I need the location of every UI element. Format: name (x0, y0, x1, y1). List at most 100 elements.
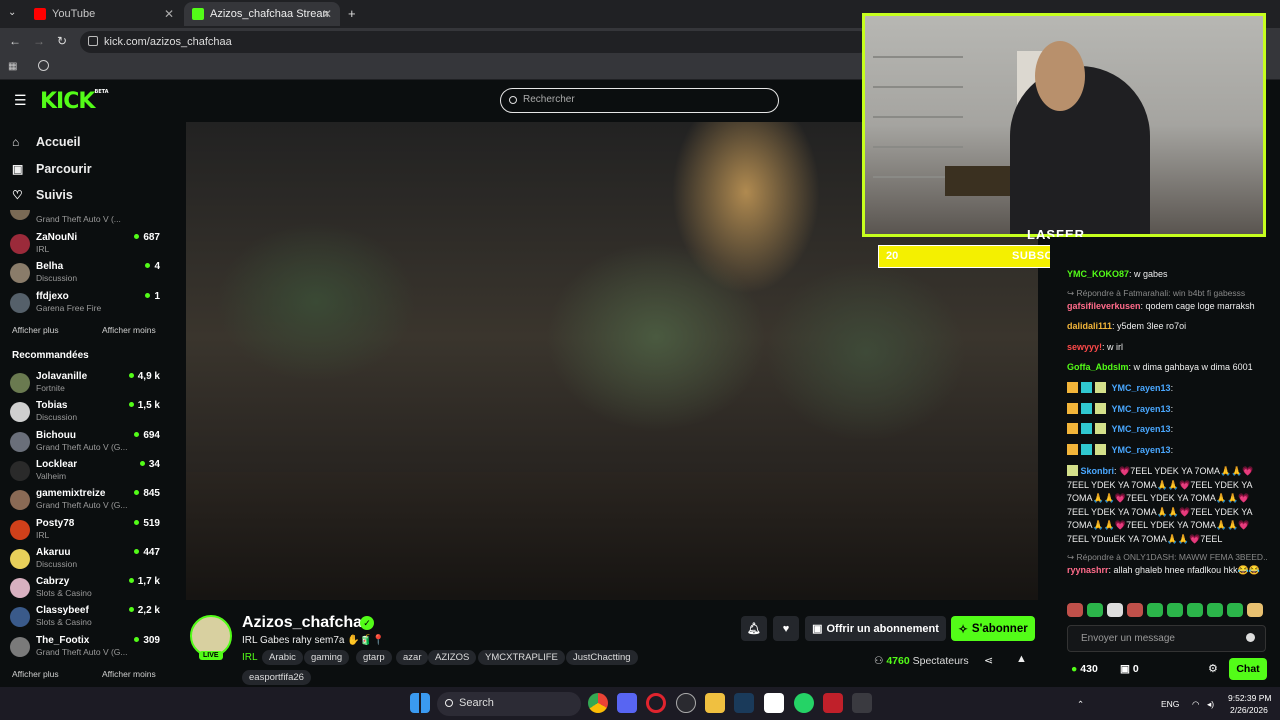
chat-message-input[interactable]: Envoyer un message (1067, 625, 1266, 652)
windows-start-icon[interactable] (410, 693, 430, 713)
apps-icon[interactable]: ▦ (8, 61, 17, 72)
channel-partial[interactable]: Grand Theft Auto V (... (10, 210, 160, 224)
chat-message[interactable]: sewyyy!: w irl (1067, 341, 1262, 355)
subscribe-button[interactable]: ✧ S'abonner (951, 616, 1035, 641)
chat-username[interactable]: sewyyy! (1067, 342, 1102, 352)
clock-time[interactable]: 9:52:39 PM (1228, 693, 1271, 703)
capcut-icon[interactable] (764, 693, 784, 713)
channel-item[interactable]: The_Footix Grand Theft Auto V (G... 309 (10, 635, 160, 663)
chat-username[interactable]: ryynashrr (1067, 565, 1109, 575)
follow-heart-button[interactable]: ♥ (773, 616, 799, 641)
chat-username[interactable]: YMC_rayen13 (1112, 424, 1171, 434)
chat-message[interactable]: YMC_rayen13: (1067, 423, 1262, 437)
gift-sub-button[interactable]: ▣ Offrir un abonnement (805, 616, 946, 641)
emote-icon[interactable] (1147, 603, 1163, 617)
channel-item[interactable]: gamemixtreize Grand Theft Auto V (G... 845 (10, 488, 160, 516)
stream-tag[interactable]: JustChactting (566, 650, 638, 665)
volume-icon[interactable]: ◂) (1207, 699, 1214, 710)
emote-icon[interactable] (1207, 603, 1223, 617)
tab-list-icon[interactable]: ⌄ (8, 7, 16, 18)
search-input[interactable]: Rechercher (500, 88, 779, 113)
url-field[interactable]: kick.com/azizos_chafchaa (80, 31, 870, 53)
reload-icon[interactable]: ↻ (57, 34, 67, 48)
emote-icon[interactable] (1107, 603, 1123, 617)
chat-message[interactable]: Skonbri: 💗7EEL YDEK YA 7OMA🙏🙏💗7EEL YDEK … (1067, 465, 1262, 546)
discord-icon[interactable] (617, 693, 637, 713)
stream-tag[interactable]: Arabic (262, 650, 303, 665)
streamer-name[interactable]: Azizos_chafchaa (242, 614, 371, 632)
chat-message[interactable]: Goffa_Abdslm: w dima gahbaya w dima 6001 (1067, 361, 1262, 375)
chat-message[interactable]: gafsifileverkusen: qodem cage loge marra… (1067, 300, 1262, 314)
site-info-icon[interactable] (88, 36, 98, 46)
chat-message[interactable]: ryynashrr: allah ghaleb hnee nfadlkou hk… (1067, 564, 1262, 578)
stream-tag[interactable]: easportfifa26 (242, 670, 311, 685)
stream-category[interactable]: IRL (242, 652, 258, 663)
channel-item[interactable]: Jolavanille Fortnite 4,9 k (10, 371, 160, 399)
app-icon[interactable] (676, 693, 696, 713)
emoji-icon[interactable] (1246, 633, 1255, 642)
close-tab-icon[interactable]: ✕ (322, 7, 332, 21)
chat-username[interactable]: Skonbri (1081, 466, 1115, 476)
channel-item[interactable]: ZaNouNi IRL 687 (10, 232, 160, 260)
followed-show-less[interactable]: Afficher moins (102, 325, 156, 335)
nav-accueil[interactable]: ⌂ Accueil (12, 132, 80, 152)
emote-icon[interactable] (1167, 603, 1183, 617)
new-tab-button[interactable]: + (348, 6, 356, 21)
chat-username[interactable]: dalidali111 (1067, 321, 1112, 331)
chat-message[interactable]: YMC_rayen13: (1067, 382, 1262, 396)
tab-kick[interactable]: Azizos_chafchaa Stream - Watc ✕ (184, 2, 340, 26)
language-indicator[interactable]: ENG (1161, 699, 1179, 709)
emote-icon[interactable] (1247, 603, 1263, 617)
chat-username[interactable]: YMC_KOKO87 (1067, 269, 1129, 279)
opera-icon[interactable] (646, 693, 666, 713)
notification-bell-button[interactable]: 🔔︎ (741, 616, 767, 641)
chat-message[interactable]: dalidali111: y5dem 3lee ro7oi (1067, 320, 1262, 334)
nav-parcourir[interactable]: ▣ Parcourir (12, 159, 92, 179)
chat-settings-icon[interactable]: ⚙ (1208, 662, 1218, 675)
app-icon[interactable] (823, 693, 843, 713)
menu-icon[interactable]: ☰ (14, 92, 27, 109)
forward-icon[interactable]: → (33, 34, 45, 48)
globe-icon[interactable] (38, 60, 49, 71)
emote-icon[interactable] (1227, 603, 1243, 617)
chat-username[interactable]: YMC_rayen13 (1112, 445, 1171, 455)
stream-tag[interactable]: gtarp (356, 650, 392, 665)
whatsapp-icon[interactable] (794, 693, 814, 713)
emote-icon[interactable] (1067, 603, 1083, 617)
tray-overflow-icon[interactable]: ⌃ (1077, 699, 1084, 710)
file-explorer-icon[interactable] (705, 693, 725, 713)
chat-username[interactable]: YMC_rayen13 (1112, 383, 1171, 393)
rec-show-more[interactable]: Afficher plus (12, 669, 59, 679)
stream-tag[interactable]: YMCXTRAPLIFE (478, 650, 565, 665)
channel-item[interactable]: Locklear Valheim 34 (10, 459, 160, 487)
close-tab-icon[interactable]: ✕ (164, 7, 174, 21)
channel-item[interactable]: ffdjexo Garena Free Fire 1 (10, 291, 160, 319)
kick-logo[interactable]: KICKBETA (40, 89, 109, 114)
followed-show-more[interactable]: Afficher plus (12, 325, 59, 335)
nav-suivis[interactable]: ♡ Suivis (12, 185, 73, 205)
chat-message[interactable]: YMC_KOKO87: w gabes (1067, 268, 1262, 282)
share-icon[interactable]: ⋖ (984, 654, 993, 667)
stream-tag[interactable]: azar (396, 650, 429, 665)
wifi-icon[interactable]: ◠ (1192, 699, 1199, 710)
channel-item[interactable]: Belha Discussion 4 (10, 261, 160, 289)
points-display[interactable]: ● 430 (1071, 663, 1098, 675)
channel-item[interactable]: Posty78 IRL 519 (10, 518, 160, 546)
channel-item[interactable]: Tobias Discussion 1,5 k (10, 400, 160, 428)
channel-item[interactable]: Cabrzy Slots & Casino 1,7 k (10, 576, 160, 604)
channel-item[interactable]: Akaruu Discussion 447 (10, 547, 160, 575)
back-icon[interactable]: ← (9, 34, 21, 48)
emote-icon[interactable] (1187, 603, 1203, 617)
emote-icon[interactable] (1087, 603, 1103, 617)
chat-username[interactable]: gafsifileverkusen (1067, 301, 1141, 311)
chat-message[interactable]: YMC_rayen13: (1067, 403, 1262, 417)
chat-message[interactable]: YMC_rayen13: (1067, 444, 1262, 458)
app-icon[interactable] (852, 693, 872, 713)
taskbar-search[interactable]: Search (437, 692, 581, 716)
report-icon[interactable]: ▲ (1016, 653, 1027, 665)
clock-date[interactable]: 2/26/2026 (1230, 705, 1268, 715)
rec-show-less[interactable]: Afficher moins (102, 669, 156, 679)
chat-username[interactable]: Goffa_Abdslm (1067, 362, 1129, 372)
chrome-icon[interactable] (588, 693, 608, 713)
steam-icon[interactable] (734, 693, 754, 713)
